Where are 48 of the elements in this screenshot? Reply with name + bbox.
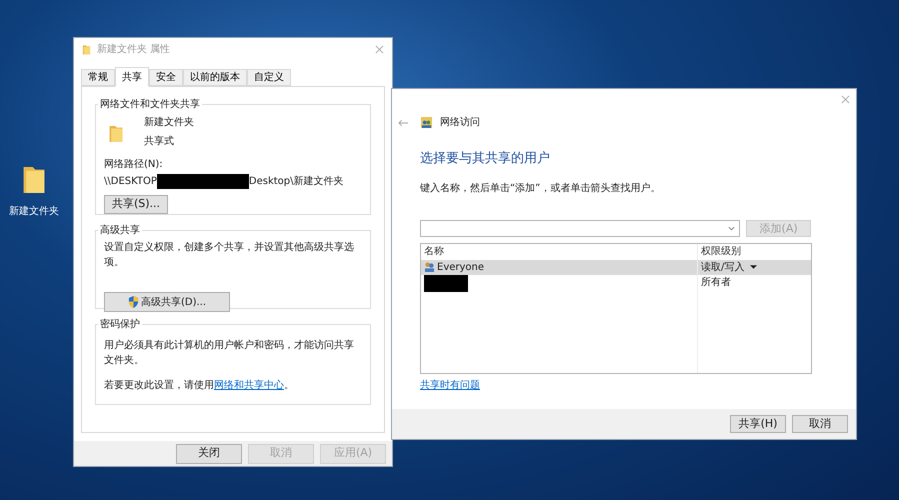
path-label: 网络路径(N): (104, 158, 164, 172)
advanced-sharing-button[interactable]: 高级共享(D)... (104, 292, 230, 312)
share-status: 共享式 (144, 134, 175, 149)
folder-icon (108, 123, 124, 145)
nav-title: 网络访问 (440, 116, 480, 130)
dropdown-caret-icon[interactable] (750, 265, 758, 269)
settings-hint: 若要更改此设置，请使用网络和共享中心。 (104, 378, 295, 393)
tab[interactable]: 共享 (115, 67, 149, 87)
tab[interactable]: 以前的版本 (183, 69, 247, 86)
permission-level[interactable]: 读取/写入 (701, 260, 744, 274)
group-heading: 密码保护 (99, 318, 141, 332)
tab[interactable]: 自定义 (247, 69, 291, 86)
user-row[interactable]: Everyone 读取/写入 (421, 260, 811, 274)
network-users-icon (421, 117, 432, 128)
column-header[interactable]: 权限级别 (698, 244, 741, 259)
password-description: 用户必须具有此计算机的用户帐户和密码，才能访问共享文件夹。 (104, 338, 355, 368)
advanced-sharing-description: 设置自定义权限，创建多个共享，并设置其他高级共享选项。 (104, 240, 355, 270)
user-combo-box[interactable] (420, 220, 740, 236)
folder-name: 新建文件夹 (144, 116, 194, 130)
instruction-text: 键入名称，然后单击“添加”，或者单击箭头查找用户。 (420, 182, 662, 196)
users-icon (424, 262, 435, 272)
close-icon[interactable] (841, 95, 850, 104)
tab[interactable]: 常规 (81, 69, 115, 86)
user-name: Everyone (437, 260, 484, 274)
dialog-button[interactable]: 共享(S)... (104, 195, 168, 214)
dialog-button[interactable]: 取消 (792, 415, 848, 433)
desktop-icon-label[interactable]: 新建文件夹 (9, 204, 59, 219)
close-icon[interactable] (375, 45, 384, 54)
tab[interactable]: 安全 (149, 69, 183, 86)
window-title: 新建文件夹 属性 (97, 42, 170, 57)
permission-level: 所有者 (701, 276, 731, 290)
redacted-block (424, 274, 468, 292)
back-arrow-icon[interactable] (398, 118, 409, 126)
group-heading: 高级共享 (99, 224, 141, 238)
dialog-button[interactable]: 共享(H) (730, 415, 786, 433)
network-path: Desktop\新建文件夹 (248, 174, 344, 189)
group-heading: 网络文件和文件夹共享 (99, 98, 201, 112)
user-row[interactable]: 所有者 (421, 274, 811, 290)
column-header[interactable]: 名称 (421, 244, 698, 259)
network-center-link[interactable]: 网络和共享中心 (214, 380, 284, 391)
folder-icon (21, 164, 47, 196)
dialog-button[interactable]: 关闭 (176, 444, 242, 464)
help-link[interactable]: 共享时有问题 (420, 378, 480, 392)
shield-icon (128, 296, 139, 308)
network-path: \\DESKTOP (104, 175, 157, 189)
folder-icon (82, 44, 91, 56)
dialog-heading: 选择要与其共享的用户 (420, 150, 551, 168)
chevron-down-icon (728, 226, 736, 230)
